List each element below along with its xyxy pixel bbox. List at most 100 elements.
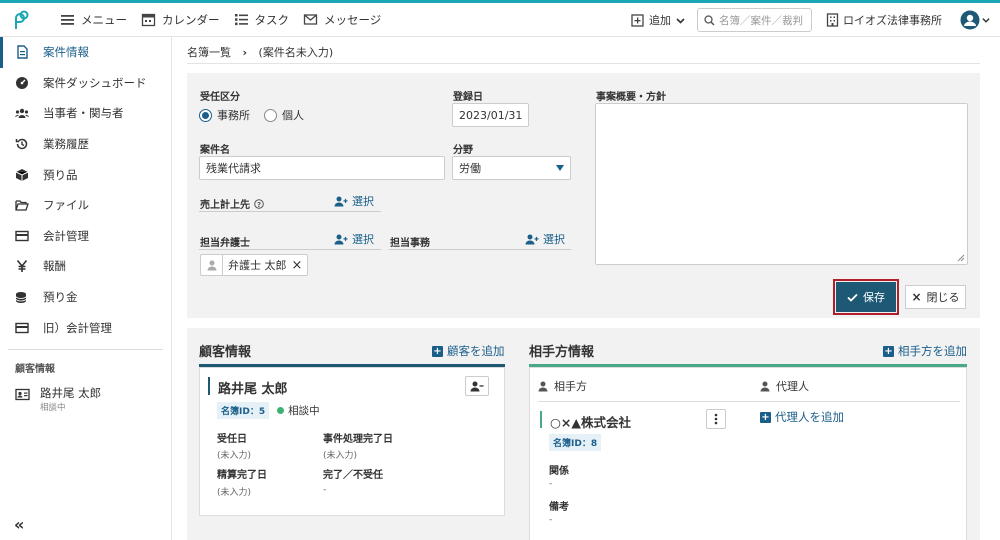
breadcrumb-separator: › [242,46,248,59]
select-label: 選択 [352,195,374,208]
staff-select-button[interactable]: 選択 [525,231,565,247]
close-icon: × [911,290,922,304]
folder-open-icon [15,200,29,211]
resize-handle-icon[interactable] [957,254,965,262]
intake-radio-office[interactable]: 事務所 [199,107,250,123]
complete-value: - [323,485,327,495]
lawyer-select-button[interactable]: 選択 [334,231,374,247]
hamburger-icon [61,15,74,25]
breadcrumb: 名簿一覧 › (案件名未入力) [187,44,333,60]
help-circle-icon: ? [254,198,264,208]
registration-date-value: 2023/01/31 [459,108,523,122]
search-input[interactable]: 名簿／案件／裁判 [697,8,812,32]
opponent-column-label: 相手方 [554,380,587,393]
firm-selector[interactable]: ロイオズ法律事務所 [826,12,942,28]
task-button[interactable]: タスク [234,12,290,28]
user-plus-icon [525,234,539,244]
sidebar-item-fees[interactable]: 報酬 [0,251,171,282]
breadcrumb-current: (案件名未入力) [258,46,334,59]
customer-action-button[interactable] [465,376,489,396]
field-label: 分野 [453,145,473,156]
user-menu-button[interactable] [960,10,990,30]
case-summary-textarea[interactable] [595,103,968,265]
done-date-label: 事件処理完了日 [323,434,393,445]
status-dot-icon [277,407,285,414]
staff-label: 担当事務 [390,238,430,249]
settle-date-label: 精算完了日 [217,470,267,481]
sidebar-collapse-button[interactable]: « [14,515,24,534]
task-list-icon [234,14,248,26]
sidebar-item-deposit-money[interactable]: 預り金 [0,282,171,313]
select-label: 選択 [543,233,565,246]
opponent-name-marker [540,411,542,428]
add-customer-link[interactable]: + 顧客を追加 [432,343,505,359]
intake-individual-label: 個人 [282,109,304,122]
agent-column-header: 代理人 [760,378,809,394]
user-icon [201,255,223,275]
opponent-more-button[interactable] [706,409,726,429]
remove-chip-icon[interactable]: × [292,259,303,272]
radio-checked-icon [199,108,212,122]
sidebar-item-case-dashboard[interactable]: 案件ダッシュボード [0,68,171,99]
calendar-label: カレンダー [162,12,220,27]
user-tie-icon [760,381,770,391]
close-button[interactable]: × 閉じる [905,285,966,309]
customer-section-title: 顧客情報 [199,345,252,360]
add-label: 追加 [649,14,671,27]
firm-label: ロイオズ法律事務所 [843,14,942,27]
sidebar-item-deposits-items[interactable]: 預り品 [0,159,171,190]
document-icon [17,45,28,59]
task-label: タスク [254,12,290,27]
app-logo-icon[interactable] [0,3,40,37]
sidebar-item-parties[interactable]: 当事者・関与者 [0,98,171,129]
sidebar-item-accounting[interactable]: 会計管理 [0,221,171,252]
add-opponent-link[interactable]: + 相手方を追加 [883,343,967,359]
user-plus-icon [334,196,348,206]
plus-square-icon: + [883,345,894,357]
sidebar-client-item[interactable]: 路井尾 太郎 相談中 [0,375,171,413]
customer-name[interactable]: 路井尾 太郎 [218,378,288,397]
sidebar-item-label: 案件情報 [43,45,89,60]
sales-account-select-button[interactable]: 選択 [334,193,374,209]
note-label: 備考 [549,502,569,513]
calendar-button[interactable]: カレンダー [141,12,220,28]
svg-text:?: ? [257,200,261,208]
note-value: - [549,515,553,525]
menu-button[interactable]: メニュー [60,12,127,28]
sidebar-item-case-info[interactable]: 案件情報 [0,37,171,68]
add-dropdown-button[interactable]: 追加 [631,12,685,28]
add-agent-link[interactable]: + 代理人を追加 [760,409,844,425]
chevron-down-icon [982,18,990,23]
sales-account-label: 売上計上先 ? [200,196,264,211]
sidebar-item-label: 会計管理 [43,228,89,243]
opponent-id-row: 名簿ID：8 [549,434,602,451]
case-summary-label: 事案概要・方針 [596,92,666,103]
plus-square-icon: + [760,411,771,423]
save-button[interactable]: 保存 [836,282,896,312]
message-button[interactable]: メッセージ [303,12,381,28]
top-navigation-bar: メニュー カレンダー タスク メッセージ 追加 名簿／案件／裁判 ロイオズ法律事… [0,3,1000,37]
registration-date-input[interactable]: 2023/01/31 [452,103,529,127]
sidebar-client-status: 相談中 [40,402,66,413]
sidebar-item-history[interactable]: 業務履歴 [0,129,171,160]
sidebar-item-files[interactable]: ファイル [0,190,171,221]
check-icon [847,293,858,302]
sidebar-item-label: 旧）会計管理 [43,320,112,335]
breadcrumb-root-link[interactable]: 名簿一覧 [187,46,231,59]
relation-value: - [549,479,553,489]
field-select[interactable]: 労働 [452,156,571,180]
opponent-company-name[interactable]: ○×▲株式会社 [550,412,631,431]
case-name-label: 案件名 [200,145,230,156]
lawyer-underline [199,249,381,250]
opponent-section-title: 相手方情報 [529,345,595,360]
case-name-input[interactable]: 残業代請求 [199,156,445,180]
sidebar-item-label: 当事者・関与者 [43,106,124,121]
sidebar-client-heading: 顧客情報 [15,363,55,375]
intake-radio-individual[interactable]: 個人 [264,107,304,123]
yen-icon [16,260,28,273]
agent-column-label: 代理人 [776,380,809,393]
customer-id-badge: 名簿ID：5 [217,402,270,419]
lawyer-label: 担当弁護士 [200,238,250,249]
customer-status: 相談中 [277,403,320,418]
sidebar-item-old-accounting[interactable]: 旧）会計管理 [0,312,171,343]
